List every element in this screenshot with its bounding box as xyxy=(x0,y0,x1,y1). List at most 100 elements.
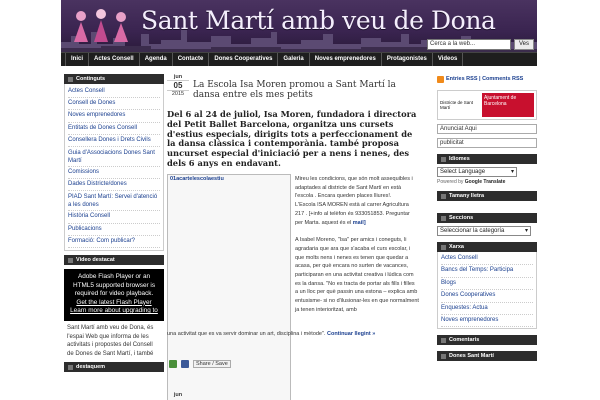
post-paragraph: A Isabel Moreno, "Isa" per amics i coneg… xyxy=(295,237,419,313)
nav-item-protagonistes[interactable]: Protagonistes xyxy=(382,53,433,66)
sidebar-item-formacio[interactable]: Formació: Com publicar? xyxy=(68,236,160,249)
left-sidebar: Continguts Actes Consell Consell de Done… xyxy=(64,74,164,373)
continguts-heading: Continguts xyxy=(64,74,164,84)
rss-icon xyxy=(437,75,444,83)
category-select[interactable]: Seleccionar la categoría xyxy=(437,226,531,236)
poster-caption: 01acartelescolaestiu xyxy=(170,176,224,182)
xarxa-list: Actes Consell Bancs del Temps: Participa… xyxy=(437,252,537,330)
continguts-list: Actes Consell Consell de Dones Noves emp… xyxy=(64,84,164,252)
facebook-icon[interactable] xyxy=(181,360,189,368)
google-logo-text: Google xyxy=(464,179,483,185)
video-message-line: required for video playback. xyxy=(74,290,154,298)
post-body-end-text: una activitat que es va servir dominar u… xyxy=(167,331,326,337)
font-size-title: Tamany lletra xyxy=(449,193,485,199)
sidebar-item-guia-associacions[interactable]: Guia d'Associacions Dones Sant Martí xyxy=(68,147,160,168)
powered-prefix: Powered by xyxy=(437,179,464,185)
video-message-line: Adobe Flash Player or an xyxy=(77,273,151,281)
heading-bullet-icon xyxy=(441,353,446,359)
post-body: Mireu les condicions, que són molt asseq… xyxy=(295,175,419,315)
next-post-date: jun xyxy=(167,392,189,398)
font-size-heading: Tamany lletra xyxy=(437,191,537,201)
translate-text: Translate xyxy=(483,179,506,185)
xarxa-title: Xarxa xyxy=(449,244,464,250)
district-label: Districte de Sant Martí xyxy=(440,100,474,110)
right-sidebar: Entries RSS | Comments RSS Districte de … xyxy=(437,74,537,362)
font-size-control[interactable] xyxy=(437,201,537,211)
main-nav: Inici Actes Consell Agenda Contacte Done… xyxy=(61,52,537,66)
barcelona-banner[interactable]: Districte de Sant Martí Ajuntament de Ba… xyxy=(437,90,537,120)
post-title[interactable]: La Escola Isa Moren promou a Sant Martí … xyxy=(193,80,419,100)
dones-sant-marti-title: Dones Sant Martí xyxy=(449,353,494,360)
next-post-month: jun xyxy=(173,392,183,398)
nav-item-actes-consell[interactable]: Actes Consell xyxy=(89,53,140,66)
nav-item-noves-emprenedores[interactable]: Noves emprenedores xyxy=(310,53,382,66)
video-heading: Video destacat xyxy=(64,255,164,266)
heading-bullet-icon xyxy=(68,76,73,82)
nav-item-galeria[interactable]: Galeria xyxy=(278,53,310,66)
page-frame: Sant Martí amb veu de Dona Cerca a la we… xyxy=(61,0,537,400)
sidebar-item-noves-emprenedores[interactable]: Noves emprenedores xyxy=(68,110,160,123)
nav-item-dones-cooperatives[interactable]: Dones Cooperatives xyxy=(209,53,279,66)
sidebar-item-publicacions[interactable]: Publicacions xyxy=(68,224,160,236)
share-row: Share / Save xyxy=(169,360,231,368)
sidebar-item-consell-de-dones[interactable]: Consell de Dones xyxy=(68,98,160,111)
xarxa-item-enquestes[interactable]: Enquestes: Actua xyxy=(441,303,533,316)
post-day: 05 xyxy=(167,80,189,91)
post-paragraph: Mireu les condicions, que són molt asseq… xyxy=(295,176,413,200)
sidebar-item-entitats[interactable]: Entitats de Dones Consell xyxy=(68,123,160,135)
xarxa-item-noves-emprenedores[interactable]: Noves emprenedores xyxy=(441,315,533,328)
xarxa-item-actes-consell[interactable]: Actes Consell xyxy=(441,253,533,266)
sidebar-item-dades-districte[interactable]: Dades Districte/dones xyxy=(68,179,160,192)
heading-bullet-icon xyxy=(68,364,73,370)
post-date: jun 05 2015 xyxy=(167,74,189,97)
search-button[interactable]: Ves xyxy=(514,39,534,50)
women-figures-logo xyxy=(74,9,128,42)
nav-item-agenda[interactable]: Agenda xyxy=(140,53,173,66)
nav-item-inici[interactable]: Inici xyxy=(65,53,90,66)
google-bookmark-icon[interactable] xyxy=(169,360,177,368)
video-player[interactable]: Adobe Flash Player or an HTML5 supported… xyxy=(64,269,164,322)
destaquem-heading: destaquem xyxy=(64,362,164,373)
upgrade-link[interactable]: Learn more about upgrading to xyxy=(66,307,162,316)
heading-bullet-icon xyxy=(441,244,446,250)
seccions-heading: Seccions xyxy=(437,213,537,223)
site-title[interactable]: Sant Martí amb veu de Dona xyxy=(141,6,496,35)
dones-sant-marti-heading: Dones Sant Martí xyxy=(437,351,537,362)
xarxa-item-bancs-temps[interactable]: Bancs del Temps: Participa xyxy=(441,265,533,278)
nav-item-videos[interactable]: Videos xyxy=(433,53,464,66)
sidebar-item-consellera[interactable]: Consellera Dones i Drets Civils xyxy=(68,135,160,148)
mail-link[interactable]: mail xyxy=(353,220,364,226)
heading-bullet-icon xyxy=(441,337,446,343)
comentaris-heading: Comentaris xyxy=(437,335,537,346)
flash-player-link[interactable]: Get the latest Flash Player xyxy=(66,299,162,308)
ad-box-2[interactable]: publicitat xyxy=(437,138,537,148)
sidebar-item-piad[interactable]: PIAD Sant Martí: Servei d'atenció a les … xyxy=(68,191,160,212)
continguts-title: Continguts xyxy=(76,76,106,82)
contact-text-end: ] xyxy=(363,219,366,226)
language-select[interactable]: Select Language xyxy=(437,167,517,177)
rss-text[interactable]: Entries RSS | Comments RSS xyxy=(446,76,523,82)
heading-bullet-icon xyxy=(441,193,446,199)
ad-box-1[interactable]: Anunciat Aqui xyxy=(437,124,537,134)
post-lead: Del 6 al 24 de juliol, Isa Moren, fundad… xyxy=(167,109,417,168)
heading-bullet-icon xyxy=(441,156,446,162)
video-message-line: HTML5 supported browser is xyxy=(72,281,156,289)
google-translate-credit: Powered by Google Translate xyxy=(437,179,537,185)
share-save-button[interactable]: Share / Save xyxy=(193,360,231,368)
sidebar-item-historia[interactable]: Història Consell xyxy=(68,211,160,224)
xarxa-item-blogs[interactable]: Blogs xyxy=(441,278,533,291)
search-input[interactable]: Cerca a la web... xyxy=(427,39,511,50)
seccions-title: Seccions xyxy=(449,215,474,221)
continue-reading-link[interactable]: Continuar llegint » xyxy=(327,331,375,337)
post-paragraph-contact: L'Escola ISA MOREN està al carrer Agricu… xyxy=(295,201,419,227)
post-body-end: una activitat que es va servir dominar u… xyxy=(167,330,419,339)
idiomes-title: Idiomes xyxy=(449,156,470,162)
sidebar-item-comissions[interactable]: Comissions xyxy=(68,167,160,180)
nav-item-contacte[interactable]: Contacte xyxy=(173,53,210,66)
sidebar-item-actes-consell[interactable]: Actes Consell xyxy=(68,86,160,99)
xarxa-item-dones-cooperatives[interactable]: Dones Cooperatives xyxy=(441,290,533,303)
video-title: Video destacat xyxy=(76,257,115,264)
idiomes-heading: Idiomes xyxy=(437,154,537,164)
rss-links[interactable]: Entries RSS | Comments RSS xyxy=(437,74,537,84)
comentaris-title: Comentaris xyxy=(449,337,480,344)
